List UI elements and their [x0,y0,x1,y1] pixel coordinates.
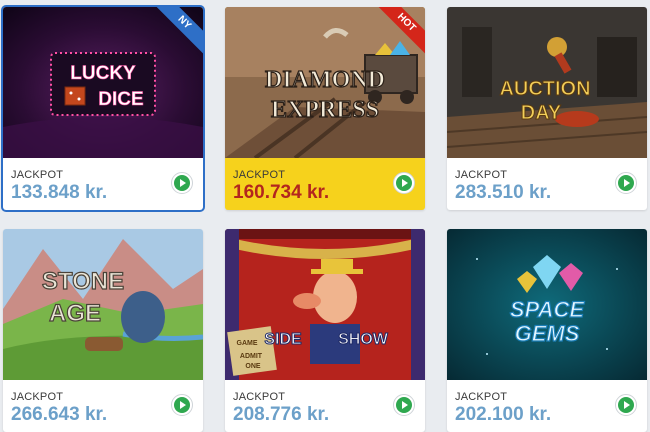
ticket-text-2: ADMIT [240,353,263,360]
game-title-line2: DICE [98,89,143,110]
play-button[interactable] [393,172,415,194]
game-title-line2: SHOW [338,331,389,348]
ticket-text-1: GAME [237,340,258,347]
play-button[interactable] [171,172,193,194]
game-title-line1: SIDE [264,331,302,348]
jackpot-label: JACKPOT [11,391,64,403]
game-title-line1: AUCTION [499,78,590,100]
play-button[interactable] [615,172,637,194]
jackpot-amount: 283.510 kr. [455,182,552,203]
play-button[interactable] [615,394,637,416]
game-thumbnail[interactable]: AUCTION DAY [447,7,647,158]
game-card-diamond-express[interactable]: DIAMOND EXPRESS HOT JACKPOT 160.734 kr. [225,7,425,210]
jackpot-info: JACKPOT 133.848 kr. [3,158,203,210]
play-icon [174,175,190,191]
jackpot-label: JACKPOT [11,169,64,181]
game-card-space-gems[interactable]: SPACE GEMS JACKPOT 202.100 kr. [447,229,647,432]
play-icon [618,175,634,191]
game-title-line2: DAY [521,102,562,124]
jackpot-label: JACKPOT [455,169,508,181]
jackpot-amount: 133.848 kr. [11,182,108,203]
game-title-line1: DIAMOND [265,67,385,93]
jackpot-info: JACKPOT 266.643 kr. [3,380,203,432]
game-title-line1: LUCKY [70,63,136,84]
jackpot-amount: 202.100 kr. [455,404,552,425]
game-title-line2: AGE [49,300,101,327]
game-card-lucky-dice[interactable]: LUCKY DICE NY JACKPOT 133.848 kr. [3,7,203,210]
jackpot-label: JACKPOT [455,391,508,403]
game-title-line2: GEMS [515,321,580,346]
jackpot-amount: 208.776 kr. [233,404,330,425]
game-grid: LUCKY DICE NY JACKPOT 133.848 kr. DIAMON… [0,0,650,432]
game-card-stone-age[interactable]: STONE AGE JACKPOT 266.643 kr. [3,229,203,432]
jackpot-label: JACKPOT [233,391,286,403]
play-button[interactable] [171,394,193,416]
game-thumbnail[interactable]: STONE AGE [3,229,203,380]
game-title-line1: SPACE [510,297,585,322]
game-thumbnail[interactable]: LUCKY DICE [3,7,203,158]
jackpot-label: JACKPOT [233,169,286,181]
jackpot-info: JACKPOT 160.734 kr. [225,158,425,210]
game-title-line2: EXPRESS [271,97,379,123]
play-button[interactable] [393,394,415,416]
jackpot-info: JACKPOT 208.776 kr. [225,380,425,432]
game-thumbnail[interactable]: DIAMOND EXPRESS [225,7,425,158]
game-card-side-show[interactable]: SIDE SHOW GAME ADMIT ONE JACKPOT 208.776… [225,229,425,432]
ticket-text-3: ONE [245,363,261,370]
game-title-line1: STONE [42,268,124,295]
jackpot-amount: 266.643 kr. [11,404,108,425]
jackpot-info: JACKPOT 283.510 kr. [447,158,647,210]
play-icon [618,397,634,413]
game-thumbnail[interactable]: SPACE GEMS [447,229,647,380]
play-icon [396,175,412,191]
jackpot-amount: 160.734 kr. [233,182,330,203]
play-icon [174,397,190,413]
jackpot-info: JACKPOT 202.100 kr. [447,380,647,432]
game-thumbnail[interactable]: SIDE SHOW GAME ADMIT ONE [225,229,425,380]
game-card-auction-day[interactable]: AUCTION DAY JACKPOT 283.510 kr. [447,7,647,210]
play-icon [396,397,412,413]
